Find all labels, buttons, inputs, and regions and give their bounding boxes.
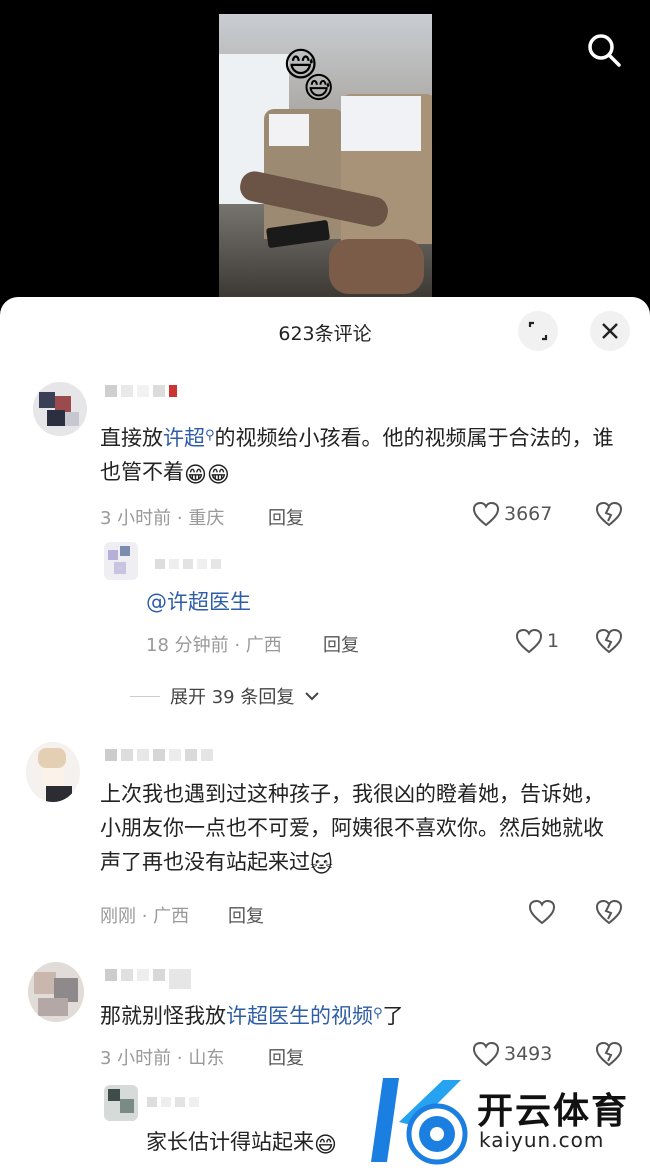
video-frame[interactable]: 😅 😅: [219, 14, 432, 298]
expand-replies-label: 展开 39 条回复: [170, 687, 295, 708]
seat-headrest-cover: [341, 96, 421, 151]
expand-icon[interactable]: [518, 311, 558, 351]
reply-text: 家长估计得站起来😄: [146, 1130, 337, 1158]
reply-button[interactable]: 回复: [268, 1044, 304, 1070]
comment-text: 直接放许超⚲的视频给小孩看。他的视频属于合法的，谁也管不着😁😁: [100, 426, 614, 488]
avatar[interactable]: [28, 962, 84, 1022]
search-link[interactable]: 许超医生的视频: [226, 1004, 373, 1028]
comment-meta: 刚刚 · 广西: [100, 906, 190, 927]
video-area[interactable]: 😅 😅: [0, 0, 650, 300]
cat-emoji: 🐱: [310, 853, 333, 878]
dislike-icon[interactable]: [595, 501, 623, 531]
comments-sheet: 623条评论 直接放许超⚲的视频给小孩看。他的视频属于合法的，谁也管不着😁😁 3…: [0, 297, 650, 1171]
expand-replies-button[interactable]: 展开 39 条回复: [130, 683, 320, 709]
username-blurred[interactable]: [105, 969, 191, 989]
chevron-down-icon: [305, 692, 320, 701]
like-button[interactable]: [528, 899, 556, 925]
heart-icon: [472, 501, 500, 527]
close-icon[interactable]: [590, 311, 630, 351]
like-button[interactable]: 3493: [472, 1041, 552, 1067]
comment-text: 那就别怪我放许超医生的视频⚲了: [100, 1004, 404, 1028]
seat-headrest-cover: [269, 114, 309, 146]
kaiyun-logo-mark: [371, 1078, 468, 1165]
watermark-logo: 开云体育 kaiyun.com: [365, 1070, 650, 1171]
reply-button[interactable]: 回复: [323, 631, 359, 657]
watermark-url: kaiyun.com: [479, 1128, 605, 1152]
dislike-icon[interactable]: [595, 899, 623, 929]
watermark-title: 开云体育: [477, 1091, 630, 1132]
avatar[interactable]: [33, 382, 87, 436]
username-blurred[interactable]: [155, 559, 221, 569]
heart-icon: [472, 1041, 500, 1067]
grin-emoji: 😁😁: [184, 463, 230, 488]
dislike-icon[interactable]: [595, 628, 623, 658]
search-small-icon[interactable]: ⚲: [205, 428, 215, 443]
comment-text: 上次我也遇到过这种孩子，我很凶的瞪着她，告诉她，小朋友你一点也不可爱，阿姨很不喜…: [100, 782, 604, 878]
search-small-icon[interactable]: ⚲: [373, 1006, 383, 1021]
like-count: 1: [547, 630, 560, 652]
sweat-smile-emoji: 😅: [303, 71, 335, 106]
search-link[interactable]: 许超: [163, 426, 205, 450]
avatar[interactable]: [104, 1085, 138, 1121]
dislike-icon[interactable]: [595, 1041, 623, 1071]
username-blurred[interactable]: [105, 749, 213, 761]
search-icon[interactable]: [584, 30, 624, 70]
like-count: 3493: [504, 1043, 553, 1065]
like-button[interactable]: 1: [515, 628, 559, 654]
smile-emoji: 😄: [314, 1133, 337, 1158]
like-button[interactable]: 3667: [472, 501, 552, 527]
username-blurred[interactable]: [147, 1097, 199, 1107]
avatar[interactable]: [26, 742, 80, 802]
username-blurred[interactable]: [105, 385, 177, 397]
reply-button[interactable]: 回复: [268, 504, 304, 530]
reply-meta: 18 分钟前 · 广西: [146, 635, 282, 656]
avatar[interactable]: [104, 542, 138, 580]
comment-meta: 3 小时前 · 山东: [100, 1048, 225, 1069]
like-count: 3667: [504, 503, 553, 525]
divider: [130, 695, 160, 697]
hand: [329, 239, 424, 294]
comment-meta: 3 小时前 · 重庆: [100, 508, 225, 529]
heart-icon: [515, 628, 543, 654]
mention-link[interactable]: @许超医生: [146, 585, 251, 619]
heart-icon: [528, 899, 556, 925]
reply-button[interactable]: 回复: [228, 902, 264, 928]
